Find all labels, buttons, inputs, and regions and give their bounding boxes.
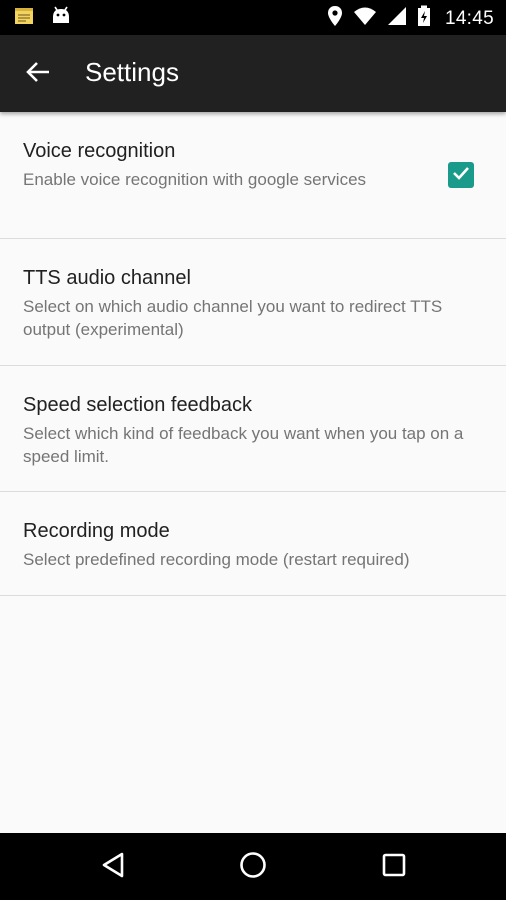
settings-list: Voice recognition Enable voice recogniti… — [0, 112, 506, 596]
signal-icon — [387, 6, 407, 31]
back-button[interactable] — [22, 59, 54, 89]
setting-title: Voice recognition — [23, 140, 176, 162]
setting-summary: Select which kind of feedback you want w… — [23, 424, 464, 466]
setting-summary: Select predefined recording mode (restar… — [23, 550, 410, 569]
recents-square-icon — [380, 851, 408, 884]
wifi-icon — [353, 6, 377, 31]
nav-home-button[interactable] — [237, 851, 269, 883]
nav-recents-button[interactable] — [378, 851, 410, 883]
setting-recording-mode[interactable]: Recording mode Select predefined recordi… — [0, 492, 506, 596]
setting-title: TTS audio channel — [23, 267, 191, 289]
status-bar: 14:45 — [0, 0, 506, 35]
app-bar: Settings — [0, 35, 506, 112]
android-icon — [50, 6, 72, 31]
check-icon — [451, 163, 471, 188]
setting-tts-audio-channel[interactable]: TTS audio channel Select on which audio … — [0, 239, 506, 366]
voice-recognition-checkbox[interactable] — [448, 162, 474, 188]
arrow-back-icon — [25, 61, 51, 88]
setting-summary: Enable voice recognition with google ser… — [23, 170, 367, 189]
battery-icon — [417, 5, 431, 32]
page-title: Settings — [85, 57, 179, 87]
setting-title: Speed selection feedback — [23, 394, 253, 416]
nav-back-button[interactable] — [97, 851, 129, 883]
setting-speed-selection-feedback[interactable]: Speed selection feedback Select which ki… — [0, 366, 506, 492]
setting-voice-recognition[interactable]: Voice recognition Enable voice recogniti… — [0, 112, 506, 239]
notes-icon — [14, 6, 34, 31]
back-triangle-icon — [100, 851, 126, 884]
location-icon — [327, 5, 343, 32]
navigation-bar — [0, 833, 506, 900]
setting-summary: Select on which audio channel you want t… — [23, 297, 443, 339]
setting-title: Recording mode — [23, 520, 170, 542]
home-circle-icon — [238, 850, 268, 885]
status-time: 14:45 — [444, 7, 494, 29]
